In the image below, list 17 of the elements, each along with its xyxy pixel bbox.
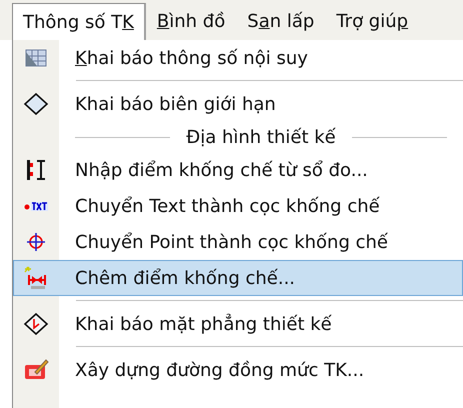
menu-item[interactable]: Chêm điểm khống chế... [13, 260, 463, 296]
menu-title[interactable]: San lấp [236, 3, 326, 40]
diamond-icon [23, 92, 49, 116]
menu-item[interactable]: Chuyển Point thành cọc khống chế [13, 224, 463, 260]
menu-title[interactable]: Bình đồ [146, 3, 236, 40]
menu-item[interactable]: Khai báo biên giới hạn [13, 86, 463, 122]
menu-title[interactable]: Trợ giúp [325, 3, 420, 40]
menu-item[interactable]: Nhập điểm khống chế từ sổ đo... [13, 152, 463, 188]
pencil-box-icon [23, 358, 49, 382]
menu-item[interactable]: Khai báo thông số nội suy [13, 40, 463, 76]
diamond-arrow-icon [23, 312, 49, 336]
menu-item[interactable]: Xây dựng đường đồng mức TK... [13, 352, 463, 388]
menu-item[interactable]: Khai báo mặt phẳng thiết kế [13, 306, 463, 342]
insert-points-icon [23, 266, 49, 290]
menu-item[interactable]: Chuyển Text thành cọc khống chế [13, 188, 463, 224]
section-header: Địa hình thiết kế [186, 126, 336, 148]
menu-title[interactable]: Thông số TK [12, 3, 146, 40]
